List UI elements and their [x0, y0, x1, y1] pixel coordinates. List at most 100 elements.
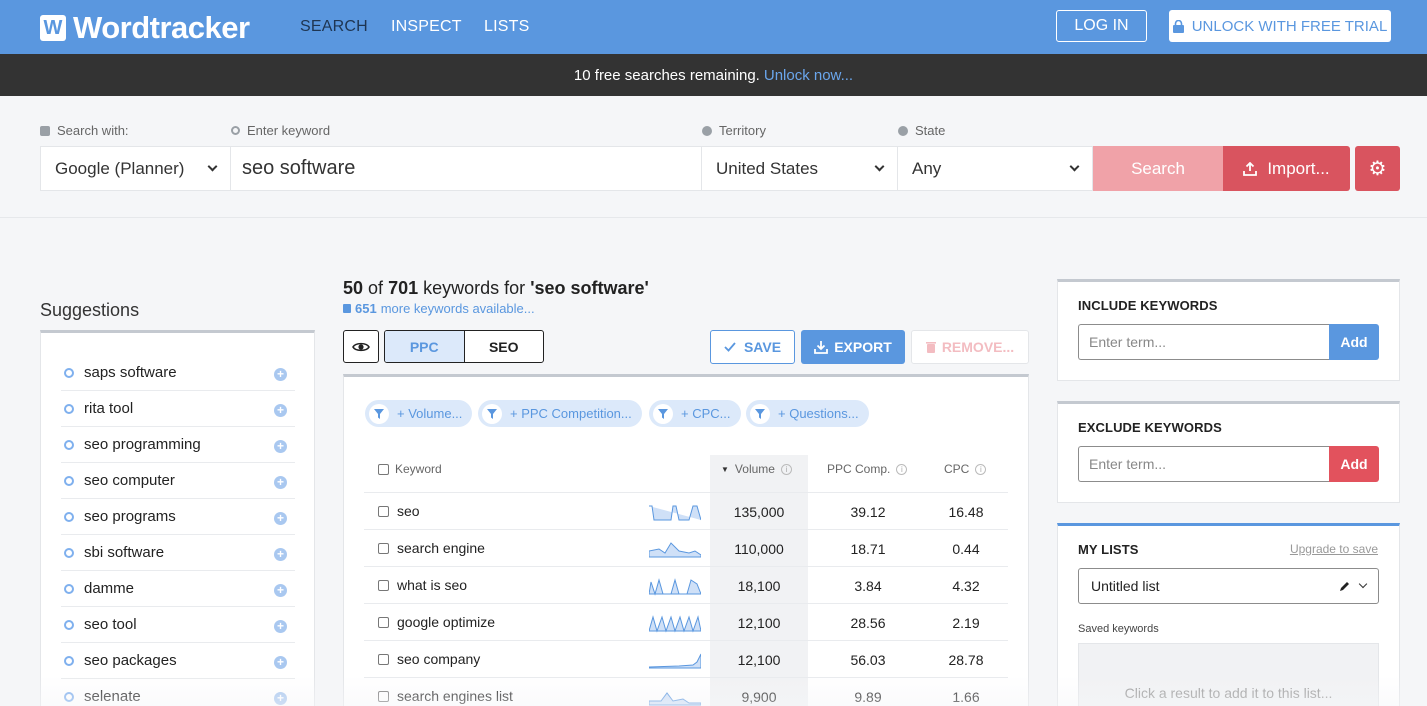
table-row[interactable]: search engines list 9,900 9.89 1.66 — [364, 677, 1008, 706]
exclude-term-input[interactable]: Enter term... — [1078, 446, 1330, 482]
add-circle-icon[interactable]: + — [274, 692, 287, 705]
state-label: State — [898, 123, 945, 138]
row-keyword: seo company — [397, 651, 481, 667]
save-button[interactable]: SAVE — [710, 330, 795, 364]
suggestion-label: damme — [84, 580, 135, 597]
results-table-panel: + Volume... + PPC Competition... + CPC..… — [343, 374, 1029, 706]
toggle-visibility-button[interactable] — [343, 330, 379, 363]
unlock-now-link[interactable]: Unlock now... — [764, 67, 853, 84]
suggestion-item[interactable]: damme + — [61, 571, 295, 607]
search-button[interactable]: Search — [1093, 146, 1223, 191]
add-circle-icon[interactable]: + — [274, 584, 287, 597]
suggestion-label: seo programs — [84, 508, 176, 525]
suggestion-item[interactable]: seo tool + — [61, 607, 295, 643]
territory-value: United States — [716, 158, 819, 178]
pencil-icon[interactable] — [1339, 581, 1350, 592]
save-label: SAVE — [743, 339, 782, 355]
suggestion-item[interactable]: saps software + — [61, 355, 295, 391]
filter-cpc[interactable]: + CPC... — [649, 400, 741, 427]
row-checkbox[interactable] — [378, 543, 389, 554]
add-circle-icon[interactable]: + — [274, 404, 287, 417]
remove-button[interactable]: REMOVE... — [911, 330, 1029, 364]
exclude-add-button[interactable]: Add — [1329, 446, 1379, 482]
filter-label: + Volume... — [397, 406, 463, 421]
nav-search[interactable]: SEARCH — [300, 18, 368, 36]
add-circle-icon[interactable]: + — [274, 440, 287, 453]
row-cpc: 16.48 — [948, 504, 984, 520]
unlock-trial-label: UNLOCK WITH FREE TRIAL — [1191, 17, 1388, 35]
table-row[interactable]: seo company 12,100 56.03 28.78 — [364, 640, 1008, 677]
add-circle-icon[interactable]: + — [274, 548, 287, 561]
row-checkbox[interactable] — [378, 617, 389, 628]
row-checkbox[interactable] — [378, 580, 389, 591]
add-circle-icon[interactable]: + — [274, 476, 287, 489]
suggestion-item[interactable]: seo packages + — [61, 643, 295, 679]
row-keyword: what is seo — [397, 577, 468, 593]
row-checkbox[interactable] — [378, 654, 389, 665]
filter-volume[interactable]: + Volume... — [365, 400, 473, 427]
row-keyword: search engine — [397, 540, 485, 556]
header-ppc[interactable]: PPC Comp. i — [827, 462, 908, 476]
info-icon[interactable]: i — [896, 463, 908, 475]
my-lists-title: MY LISTS — [1078, 542, 1139, 557]
search-icon — [64, 655, 74, 666]
more-keywords-link[interactable]: 651 more keywords available... — [343, 301, 535, 316]
tab-ppc[interactable]: PPC — [385, 331, 465, 362]
row-keyword: google optimize — [397, 614, 496, 630]
nav-inspect[interactable]: INSPECT — [391, 18, 462, 36]
state-select[interactable]: Any — [897, 146, 1093, 191]
territory-select[interactable]: United States — [701, 146, 898, 191]
header-volume[interactable]: ▼ Volume i — [721, 462, 792, 476]
add-circle-icon[interactable]: + — [274, 656, 287, 669]
add-circle-icon[interactable]: + — [274, 368, 287, 381]
suggestion-item[interactable]: seo programming + — [61, 427, 295, 463]
filter-ppc-competition[interactable]: + PPC Competition... — [478, 400, 642, 427]
row-checkbox[interactable] — [378, 691, 389, 702]
header-cpc[interactable]: CPC i — [944, 462, 987, 476]
table-row[interactable]: search engine 110,000 18.71 0.44 — [364, 529, 1008, 566]
suggestions-panel: saps software + rita tool + seo programmin… — [40, 330, 315, 706]
row-ppc: 28.56 — [850, 615, 886, 631]
search-bar: Search with: Enter keyword Territory Sta… — [0, 96, 1427, 218]
keyword-input[interactable]: seo software — [230, 146, 702, 191]
unlock-trial-button[interactable]: UNLOCK WITH FREE TRIAL — [1169, 10, 1391, 42]
tab-seo[interactable]: SEO — [465, 331, 544, 362]
row-checkbox[interactable] — [378, 506, 389, 517]
select-all-checkbox[interactable] — [378, 463, 389, 475]
results-count: 50 — [343, 278, 364, 298]
saved-keywords-label: Saved keywords — [1078, 623, 1159, 635]
table-row[interactable]: google optimize 12,100 28.56 2.19 — [364, 603, 1008, 640]
more-text: more keywords available... — [380, 301, 535, 316]
suggestion-item[interactable]: rita tool + — [61, 391, 295, 427]
include-keywords-panel: INCLUDE KEYWORDS Enter term... Add — [1057, 279, 1400, 381]
chevron-down-icon[interactable] — [1358, 579, 1368, 589]
search-icon — [64, 691, 74, 702]
table-row[interactable]: seo 135,000 39.12 16.48 — [364, 492, 1008, 529]
suggestion-item[interactable]: seo computer + — [61, 463, 295, 499]
table-row[interactable]: what is seo 18,100 3.84 4.32 — [364, 566, 1008, 603]
add-circle-icon[interactable]: + — [274, 512, 287, 525]
search-engine-select[interactable]: Google (Planner) — [40, 146, 231, 191]
nav-lists[interactable]: LISTS — [484, 18, 529, 36]
suggestion-item[interactable]: seo programs + — [61, 499, 295, 535]
more-count: 651 — [355, 301, 377, 316]
import-button[interactable]: Import... — [1223, 146, 1350, 191]
include-term-input[interactable]: Enter term... — [1078, 324, 1330, 360]
logo[interactable]: W Wordtracker — [40, 10, 250, 46]
filter-icon — [653, 403, 673, 424]
include-add-button[interactable]: Add — [1329, 324, 1379, 360]
info-icon[interactable]: i — [780, 463, 792, 475]
list-select[interactable]: Untitled list — [1078, 568, 1379, 604]
settings-button[interactable]: ⚙ — [1355, 146, 1400, 191]
row-cpc: 2.19 — [952, 615, 980, 631]
header-keyword[interactable]: Keyword — [378, 462, 442, 476]
suggestion-item[interactable]: sbi software + — [61, 535, 295, 571]
suggestion-item[interactable]: selenate + — [61, 679, 295, 706]
info-icon[interactable]: i — [975, 463, 987, 475]
upgrade-link[interactable]: Upgrade to save — [1290, 542, 1378, 556]
login-button[interactable]: LOG IN — [1056, 10, 1147, 42]
suggestion-label: sbi software — [84, 544, 165, 561]
export-button[interactable]: EXPORT — [801, 330, 905, 364]
filter-questions[interactable]: + Questions... — [746, 400, 869, 427]
add-circle-icon[interactable]: + — [274, 620, 287, 633]
